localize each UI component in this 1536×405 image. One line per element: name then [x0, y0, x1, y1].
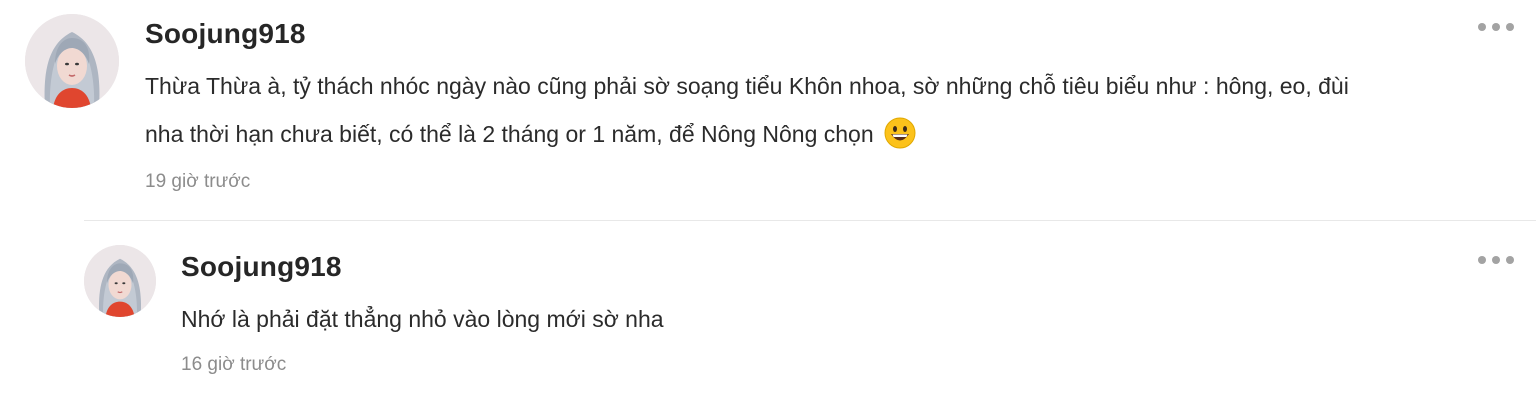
comment-text: Thừa Thừa à, tỷ thách nhóc ngày nào cũng…: [145, 62, 1515, 158]
more-horizontal-icon: [1478, 23, 1486, 31]
avatar-image: [84, 245, 156, 317]
comment-timestamp: 19 giờ trước: [145, 171, 251, 192]
avatar[interactable]: [84, 245, 156, 317]
reply-timestamp: 16 giờ trước: [181, 354, 287, 375]
grinning-face-emoji: [884, 117, 916, 149]
avatar-image: [25, 14, 119, 108]
more-horizontal-icon: [1506, 256, 1514, 264]
avatar[interactable]: [25, 14, 119, 108]
divider: [84, 220, 1536, 221]
reply-text: Nhớ là phải đặt thẳng nhỏ vào lòng mới s…: [181, 306, 664, 332]
more-options-button[interactable]: [1476, 252, 1516, 268]
comment-text-segment: nha thời hạn chưa biết, có thể là 2 thán…: [145, 121, 874, 147]
reply-username[interactable]: Soojung918: [181, 251, 342, 283]
more-horizontal-icon: [1492, 23, 1500, 31]
more-options-button[interactable]: [1476, 19, 1516, 35]
more-horizontal-icon: [1492, 256, 1500, 264]
more-horizontal-icon: [1478, 256, 1486, 264]
comment-text-line: Thừa Thừa à, tỷ thách nhóc ngày nào cũng…: [145, 73, 1349, 99]
comment-username[interactable]: Soojung918: [145, 18, 306, 50]
more-horizontal-icon: [1506, 23, 1514, 31]
comment-text-line: nha thời hạn chưa biết, có thể là 2 thán…: [145, 110, 1515, 158]
